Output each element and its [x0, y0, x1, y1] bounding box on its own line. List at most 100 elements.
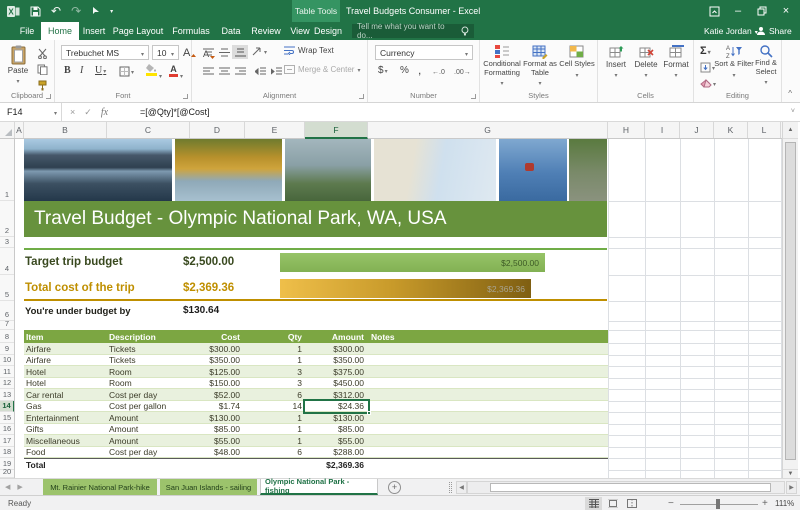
zoom-out-icon[interactable]: − [668, 498, 674, 509]
row-header-5[interactable]: 5 [0, 275, 14, 301]
total-cost-label[interactable]: Total cost of the trip [25, 282, 135, 294]
vertical-scrollbar-thumb[interactable] [785, 142, 796, 460]
scroll-up-icon[interactable]: ▲ [783, 122, 798, 139]
photo-heron-on-shore[interactable] [285, 139, 371, 201]
column-header-e[interactable]: E [245, 122, 305, 138]
fill-button[interactable] [700, 62, 715, 73]
cut-button[interactable] [34, 46, 50, 60]
page-break-preview-icon[interactable] [623, 497, 640, 510]
redo-icon[interactable]: ↷ [71, 5, 81, 17]
row-header-17[interactable]: 17 [0, 435, 14, 447]
tab-insert[interactable]: Insert [79, 22, 109, 40]
header-qty[interactable]: Qty [245, 332, 305, 342]
close-icon[interactable]: × [774, 0, 798, 22]
row-header-7[interactable]: 7 [0, 321, 14, 330]
photo-fisherman-blue-water[interactable] [499, 139, 567, 201]
normal-view-icon[interactable] [585, 497, 602, 510]
top-align-button[interactable] [200, 45, 216, 59]
row-header-1[interactable]: 1 [0, 139, 14, 201]
header-description[interactable]: Description [107, 332, 190, 342]
column-header-g[interactable]: G [368, 122, 608, 138]
number-dialog-launcher-icon[interactable] [471, 94, 476, 99]
sheet-tab-olympic-active[interactable]: Olympic National Park - fishing [260, 479, 378, 495]
column-header-k[interactable]: K [714, 122, 748, 138]
row-header-3[interactable]: 3 [0, 237, 14, 248]
font-color-dropdown-icon[interactable] [180, 70, 183, 80]
fill-color-button[interactable] [145, 64, 157, 76]
italic-button[interactable]: I [80, 65, 83, 76]
row-header-2[interactable]: 2 [0, 201, 14, 237]
font-size-combo[interactable]: 10 [152, 45, 179, 60]
zoom-level[interactable]: 111% [775, 499, 794, 508]
horizontal-scrollbar-thumb[interactable] [490, 483, 771, 492]
sheet-title-banner[interactable]: Travel Budget - Olympic National Park, W… [24, 201, 607, 237]
cancel-icon[interactable]: × [70, 107, 75, 117]
copy-button[interactable] [34, 62, 50, 76]
collapse-ribbon-icon[interactable]: ^ [788, 89, 792, 98]
column-header-b[interactable]: B [24, 122, 107, 138]
restore-icon[interactable] [750, 0, 774, 22]
photo-olympic-peninsula-map[interactable] [374, 139, 496, 201]
sheet-tab-san-juan[interactable]: San Juan Islands - sailing [160, 479, 258, 495]
borders-button[interactable] [119, 66, 134, 77]
tab-design[interactable]: Design [310, 22, 346, 40]
delete-cells-button[interactable]: Delete [632, 45, 660, 79]
alignment-dialog-launcher-icon[interactable] [359, 94, 364, 99]
row-header-20[interactable]: 20 [0, 470, 14, 478]
sheet-tab-mt-rainier[interactable]: Mt. Rainier National Park-hike [43, 479, 158, 495]
target-budget-bar[interactable]: $2,500.00 [280, 253, 545, 272]
share-button[interactable]: Share [756, 22, 792, 40]
accounting-format-button[interactable]: $ [378, 65, 388, 76]
clipboard-dialog-launcher-icon[interactable] [46, 94, 51, 99]
align-right-button[interactable] [232, 64, 248, 78]
increase-indent-button[interactable] [268, 64, 284, 78]
row-header-13[interactable]: 13 [0, 389, 14, 401]
undo-icon[interactable]: ↶ [51, 5, 61, 17]
save-icon[interactable] [30, 6, 41, 17]
column-header-h[interactable]: H [608, 122, 645, 138]
tab-data[interactable]: Data [215, 22, 247, 40]
decrease-indent-button[interactable] [252, 64, 268, 78]
fill-color-dropdown-icon[interactable] [159, 70, 162, 80]
column-header-d[interactable]: D [190, 122, 245, 138]
merge-center-button[interactable]: Merge & Center [284, 65, 360, 74]
cell-styles-button[interactable]: Cell Styles [559, 44, 595, 79]
paste-button[interactable]: Paste [4, 45, 32, 85]
clear-button[interactable] [700, 78, 716, 89]
center-button[interactable] [216, 64, 232, 78]
target-budget-value[interactable]: $2,500.00 [183, 256, 234, 268]
selected-cell-f14[interactable] [303, 399, 370, 414]
format-cells-button[interactable]: Format [662, 45, 690, 79]
font-dialog-launcher-icon[interactable] [183, 94, 188, 99]
tab-file[interactable]: File [13, 22, 41, 40]
zoom-slider-thumb[interactable] [716, 499, 720, 509]
format-as-table-button[interactable]: Format as Table [521, 44, 559, 87]
font-color-button[interactable]: A [169, 64, 178, 77]
select-all-corner[interactable] [0, 122, 15, 138]
increase-decimal-button[interactable]: ←.0 [432, 67, 446, 75]
under-budget-label[interactable]: You're under budget by [25, 306, 131, 317]
photo-lake-mountain-reflection[interactable] [24, 139, 172, 201]
row-header-9[interactable]: 9 [0, 343, 14, 355]
minimize-icon[interactable]: – [726, 0, 750, 22]
wrap-text-button[interactable]: Wrap Text [284, 46, 334, 55]
row-header-18[interactable]: 18 [0, 447, 14, 458]
zoom-in-icon[interactable]: + [762, 498, 768, 509]
header-cost[interactable]: Cost [190, 332, 245, 342]
row-header-11[interactable]: 11 [0, 366, 14, 378]
number-format-combo[interactable]: Currency [375, 45, 473, 60]
header-item[interactable]: Item [24, 332, 107, 342]
ribbon-display-options-icon[interactable] [702, 0, 726, 22]
formula-input[interactable]: =[@Qty]*[@Cost] [140, 103, 210, 121]
tab-scrollbar-splitter[interactable] [449, 482, 452, 493]
column-header-a[interactable]: A [15, 122, 24, 138]
middle-align-button[interactable] [216, 45, 232, 59]
customize-qat-dropdown-icon[interactable] [110, 8, 113, 15]
tab-page-layout[interactable]: Page Layout [109, 22, 167, 40]
comma-style-button[interactable]: , [418, 63, 421, 77]
decrease-decimal-button[interactable]: .00→ [454, 67, 470, 75]
photo-fly-fishing-autumn-river[interactable] [175, 139, 282, 201]
horizontal-scrollbar[interactable] [467, 481, 785, 494]
new-sheet-icon[interactable]: + [388, 481, 401, 494]
bottom-align-button[interactable] [232, 45, 248, 59]
